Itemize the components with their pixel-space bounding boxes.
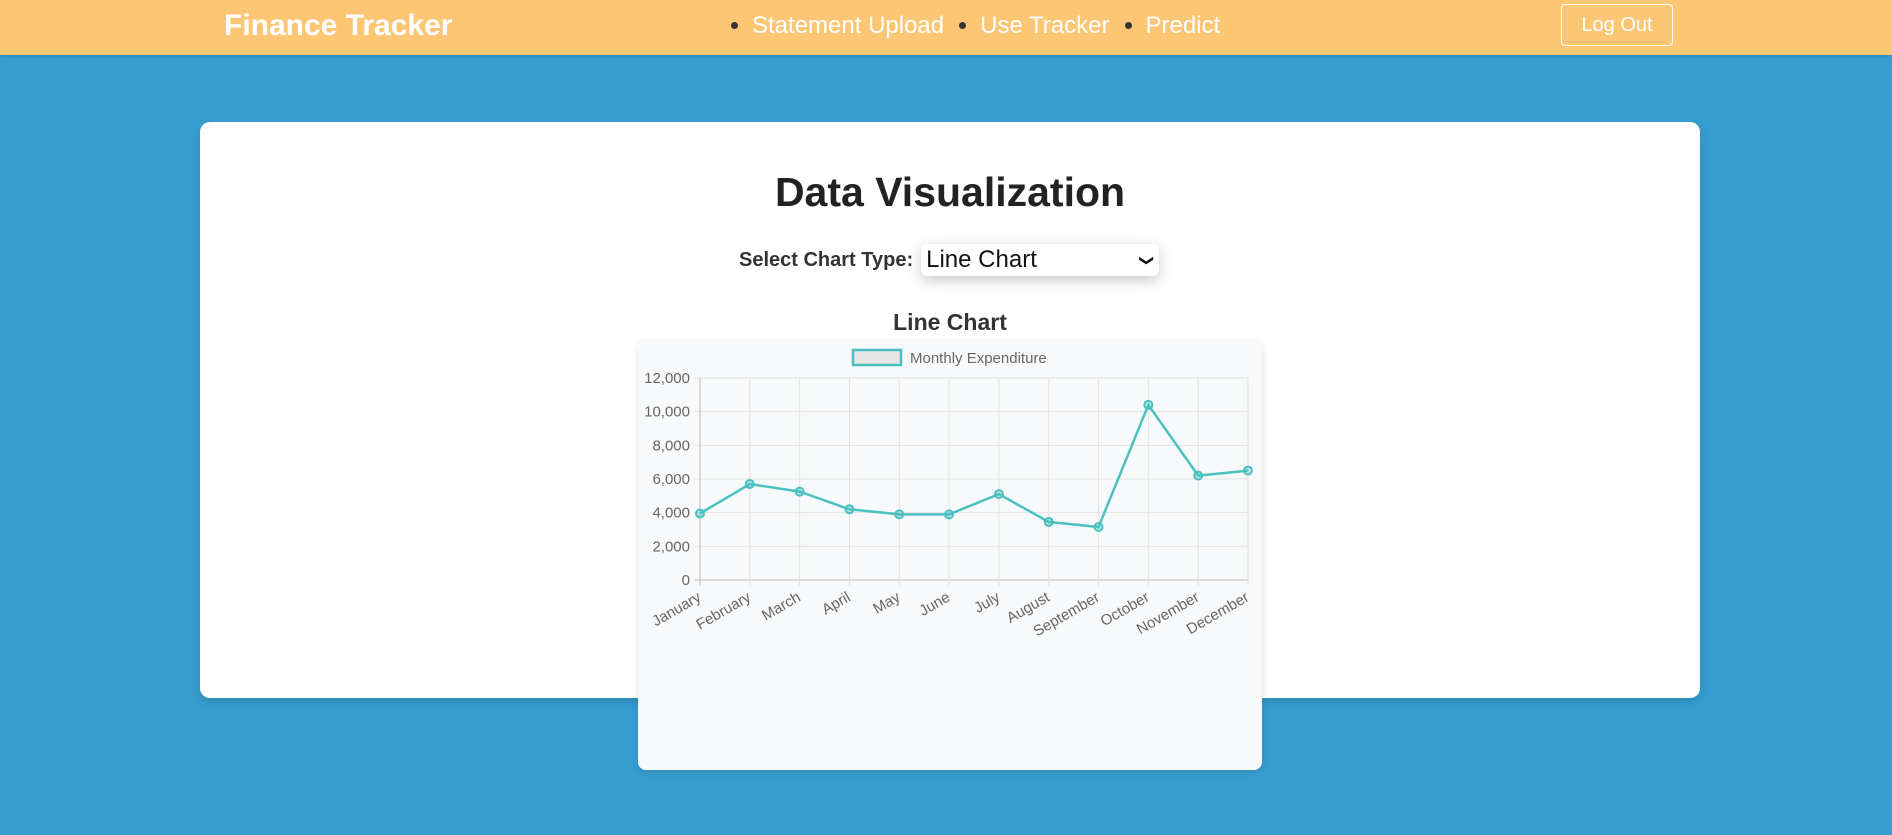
x-tick-label: May — [870, 588, 903, 617]
nav-link-label[interactable]: Statement Upload — [752, 12, 944, 39]
nav-item-use-tracker[interactable]: Use Tracker — [980, 11, 1109, 41]
x-tick-label: June — [916, 589, 953, 620]
data-point — [944, 509, 955, 520]
data-point — [695, 508, 705, 519]
data-point — [794, 486, 805, 497]
legend-label: Monthly Expenditure — [910, 350, 1047, 367]
data-point — [1193, 470, 1204, 481]
x-tick-label: March — [759, 589, 804, 625]
chart-type-select[interactable]: Line Chart ❯ — [921, 244, 1160, 276]
select-value: Line Chart — [926, 246, 1037, 273]
select-label: Select Chart Type: — [739, 248, 914, 271]
chart-type-selector: Select Chart Type: Line Chart ❯ — [739, 244, 1160, 276]
data-point — [894, 509, 905, 520]
legend-swatch — [851, 348, 903, 367]
y-tick-label: 4,000 — [652, 505, 690, 522]
y-tick-label: 10,000 — [644, 404, 690, 421]
nav-link-label[interactable]: Predict — [1146, 12, 1221, 39]
nav-item-predict[interactable]: Predict — [1146, 11, 1221, 41]
chevron-down-icon: ❯ — [1139, 254, 1156, 266]
chart-container: 0 2,000 4,000 6,000 8,000 10,000 12,000 January… — [638, 340, 1262, 770]
data-point — [993, 489, 1004, 500]
line-chart: 02,0004,0006,0008,00010,00012,000January… — [644, 348, 1253, 640]
y-tick-label: 6,000 — [652, 471, 690, 488]
data-point — [1243, 465, 1253, 476]
visualization-card: Data Visualization Select Chart Type: Li… — [200, 122, 1700, 770]
data-point — [1143, 399, 1154, 410]
chart-heading: Line Chart — [893, 309, 1007, 335]
nav-links: Statement Upload Use Tracker Predict — [730, 11, 1234, 41]
y-tick-label: 12,000 — [644, 370, 690, 387]
data-point — [844, 504, 855, 515]
x-tick-label: July — [971, 588, 1003, 616]
brand-title[interactable]: Finance Tracker — [224, 9, 452, 43]
x-tick-label: April — [819, 589, 853, 619]
data-point — [1093, 521, 1104, 532]
nav-item-statement-upload[interactable]: Statement Upload — [752, 11, 944, 41]
y-tick-label: 8,000 — [652, 437, 690, 454]
logout-button[interactable]: Log Out — [1561, 4, 1673, 46]
data-point — [744, 479, 755, 490]
x-tick-label: February — [693, 588, 754, 633]
series-line — [699, 402, 1249, 529]
data-point — [1043, 516, 1054, 527]
y-tick-label: 0 — [682, 572, 690, 589]
navbar: Finance Tracker Statement Upload Use Tra… — [0, 0, 1892, 55]
page-title: Data Visualization — [774, 169, 1126, 215]
y-tick-label: 2,000 — [652, 538, 690, 555]
nav-link-label[interactable]: Use Tracker — [980, 12, 1109, 39]
